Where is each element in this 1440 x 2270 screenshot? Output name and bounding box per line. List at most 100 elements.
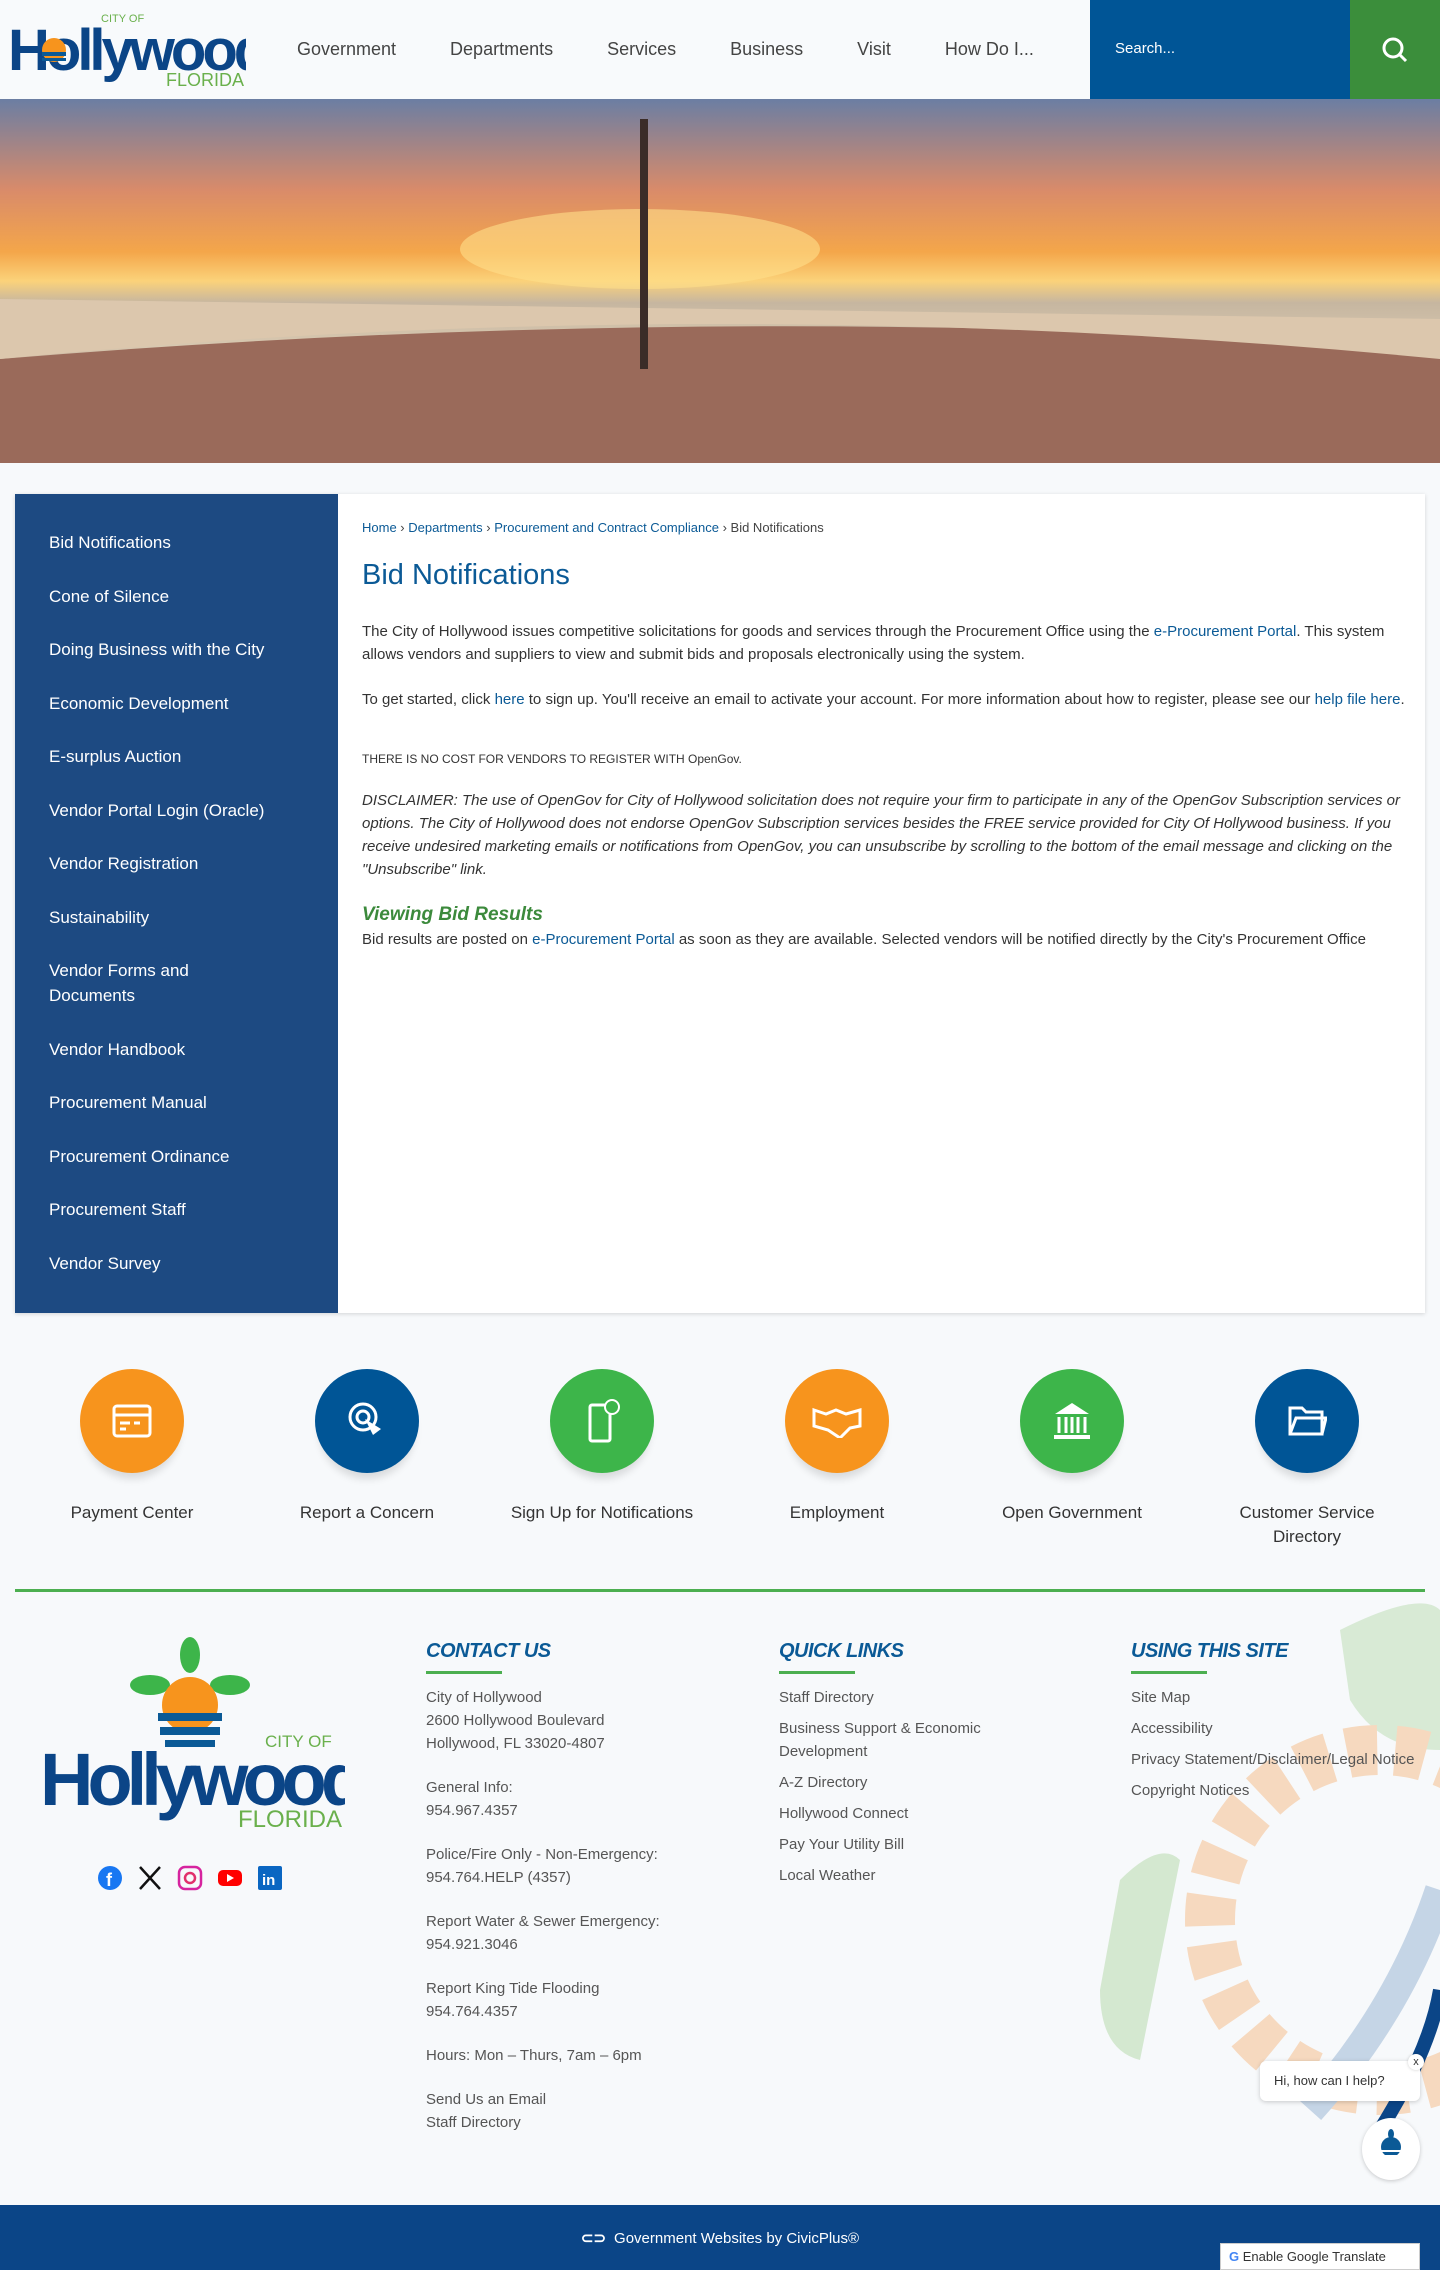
nav-government[interactable]: Government	[297, 39, 396, 60]
folder-icon	[1288, 1406, 1327, 1436]
search-button[interactable]	[1350, 0, 1440, 99]
sidebar-item-vendor-registration[interactable]: Vendor Registration	[15, 851, 338, 876]
sidebar-item-procurement-manual[interactable]: Procurement Manual	[15, 1090, 338, 1115]
nav-how-do-i[interactable]: How Do I...	[945, 39, 1034, 60]
viewing-bid-results-heading: Viewing Bid Results	[362, 904, 543, 925]
svg-text:FLORIDA: FLORIDA	[166, 70, 244, 88]
government-building-icon	[1054, 1403, 1090, 1439]
contact-group: Send Us an Email Staff Directory	[426, 2088, 726, 2134]
nav-visit[interactable]: Visit	[857, 39, 891, 60]
contact-link[interactable]: Send Us an Email	[426, 2088, 726, 2111]
chat-bubble[interactable]: Hi, how can I help?	[1260, 2061, 1420, 2101]
contact-line: City of Hollywood	[426, 1689, 542, 1706]
youtube-icon[interactable]	[217, 1865, 243, 1891]
sidebar-item-vendor-forms[interactable]: Vendor Forms and Documents	[15, 958, 265, 1008]
quick-link-report-concern[interactable]: Report a Concern	[252, 1369, 482, 1525]
sidebar-item-procurement-ordinance[interactable]: Procurement Ordinance	[15, 1144, 338, 1169]
e-procurement-link[interactable]: e-Procurement Portal	[532, 931, 675, 948]
e-procurement-link[interactable]: e-Procurement Portal	[1154, 623, 1297, 640]
svg-text:in: in	[262, 1872, 275, 1889]
quick-link[interactable]: Staff Directory	[779, 1686, 1049, 1709]
hero-banner-image	[0, 99, 1440, 463]
contact-group: General Info: 954.967.4357	[426, 1776, 726, 1822]
breadcrumb-departments[interactable]: Departments	[408, 520, 482, 535]
sidebar-item-doing-business[interactable]: Doing Business with the City	[15, 637, 338, 662]
quick-link[interactable]: Pay Your Utility Bill	[779, 1833, 1049, 1856]
text: Bid results are posted on	[362, 931, 533, 948]
contact-line: General Info:	[426, 1779, 513, 1796]
contact-line: Report Water & Sewer Emergency:	[426, 1913, 660, 1930]
contact-link[interactable]: Staff Directory	[426, 2111, 726, 2134]
site-link[interactable]: Accessibility	[1131, 1717, 1421, 1740]
sidebar-item-sustainability[interactable]: Sustainability	[15, 905, 338, 930]
breadcrumb-home[interactable]: Home	[362, 520, 397, 535]
nav-departments[interactable]: Departments	[450, 39, 553, 60]
page-title: Bid Notifications	[362, 559, 570, 591]
quick-link[interactable]: Business Support & Economic Development	[779, 1717, 1049, 1763]
svg-text:FLORIDA: FLORIDA	[238, 1806, 342, 1830]
sidebar-item-vendor-portal-login[interactable]: Vendor Portal Login (Oracle)	[15, 798, 338, 823]
text: to sign up. You'll receive an email to a…	[524, 691, 1315, 708]
site-link[interactable]: Privacy Statement/Disclaimer/Legal Notic…	[1131, 1748, 1421, 1771]
quick-link-label: Customer Service Directory	[1239, 1503, 1375, 1546]
sidebar-item-vendor-survey[interactable]: Vendor Survey	[15, 1251, 338, 1276]
site-link[interactable]: Copyright Notices	[1131, 1779, 1421, 1802]
linkedin-icon[interactable]: in	[257, 1865, 283, 1891]
sidebar-item-e-surplus-auction[interactable]: E-surplus Auction	[15, 744, 338, 769]
payment-card-icon	[112, 1404, 152, 1438]
instagram-icon[interactable]	[177, 1865, 203, 1891]
breadcrumb-procurement[interactable]: Procurement and Contract Compliance	[494, 520, 719, 535]
quick-link[interactable]: A-Z Directory	[779, 1771, 1049, 1794]
civicplus-link[interactable]: Government Websites by CivicPlus®	[614, 2230, 859, 2247]
contact-line: Hollywood, FL 33020-4807	[426, 1735, 605, 1752]
quick-link-open-government[interactable]: Open Government	[957, 1369, 1187, 1525]
no-cost-notice: THERE IS NO COST FOR VENDORS TO REGISTER…	[362, 752, 742, 766]
sidebar-item-economic-development[interactable]: Economic Development	[15, 691, 338, 716]
disclaimer: DISCLAIMER: The use of OpenGov for City …	[362, 792, 1400, 878]
sidebar-item-bid-notifications[interactable]: Bid Notifications	[15, 530, 338, 555]
quick-link-label: Employment	[789, 1503, 885, 1522]
quick-link-payment-center[interactable]: Payment Center	[17, 1369, 247, 1525]
quick-link-employment[interactable]: Employment	[722, 1369, 952, 1525]
handshake-icon	[812, 1407, 862, 1438]
sidebar-item-cone-of-silence[interactable]: Cone of Silence	[15, 584, 338, 609]
sidebar-item-vendor-handbook[interactable]: Vendor Handbook	[15, 1037, 338, 1062]
x-icon[interactable]	[137, 1865, 163, 1891]
breadcrumb: Home › Departments › Procurement and Con…	[362, 516, 824, 539]
quick-link[interactable]: Hollywood Connect	[779, 1802, 1049, 1825]
quick-link-notifications[interactable]: Sign Up for Notifications	[487, 1369, 717, 1525]
quick-link-customer-service[interactable]: Customer Service Directory	[1192, 1369, 1422, 1549]
nav-services[interactable]: Services	[607, 39, 676, 60]
breadcrumb-separator: ›	[718, 520, 731, 535]
quick-link-label: Payment Center	[70, 1503, 194, 1522]
contact-line: 954.764.HELP (4357)	[426, 1869, 571, 1886]
nav-business[interactable]: Business	[730, 39, 803, 60]
contact-line: 954.764.4357	[426, 2003, 518, 2020]
quick-link[interactable]: Local Weather	[779, 1864, 1049, 1887]
quick-link-label: Report a Concern	[299, 1503, 435, 1522]
help-file-link[interactable]: help file here	[1315, 691, 1401, 708]
footer-hollywood-logo[interactable]: Hollywood CITY OF FLORIDA	[40, 1635, 345, 1830]
main-nav: Government Departments Services Business…	[270, 0, 1061, 99]
intro-paragraph: The City of Hollywood issues competitive…	[362, 620, 1407, 666]
beach-scene	[0, 119, 1440, 463]
svg-text:CITY OF: CITY OF	[265, 1732, 332, 1751]
sign-up-link[interactable]: here	[495, 691, 525, 708]
contact-line: Police/Fire Only - Non-Emergency:	[426, 1846, 658, 1863]
facebook-icon[interactable]: f	[97, 1865, 123, 1891]
sidebar-item-procurement-staff[interactable]: Procurement Staff	[15, 1197, 338, 1222]
breadcrumb-separator: ›	[396, 520, 409, 535]
contact-group: Report King Tide Flooding 954.764.4357	[426, 1977, 726, 2023]
site-link[interactable]: Site Map	[1131, 1686, 1421, 1709]
chat-close-button[interactable]: x	[1408, 2054, 1424, 2070]
hollywood-logo[interactable]: Hollywood CITY OF FLORIDA	[6, 8, 246, 88]
search-input[interactable]: Search...	[1090, 0, 1350, 99]
quick-links-heading: QUICK LINKS	[779, 1640, 904, 1662]
footer-quick-links: QUICK LINKS Staff Directory Business Supp…	[779, 1640, 1049, 1895]
contact-heading: CONTACT US	[426, 1640, 551, 1662]
svg-text:f: f	[106, 1870, 113, 1890]
contact-line: Report King Tide Flooding	[426, 1980, 600, 1997]
chatbot-button[interactable]	[1362, 2118, 1420, 2180]
footer-using-this-site: USING THIS SITE Site Map Accessibility Pri…	[1131, 1640, 1421, 1810]
google-translate-button[interactable]: G Enable Google Translate	[1220, 2243, 1420, 2270]
